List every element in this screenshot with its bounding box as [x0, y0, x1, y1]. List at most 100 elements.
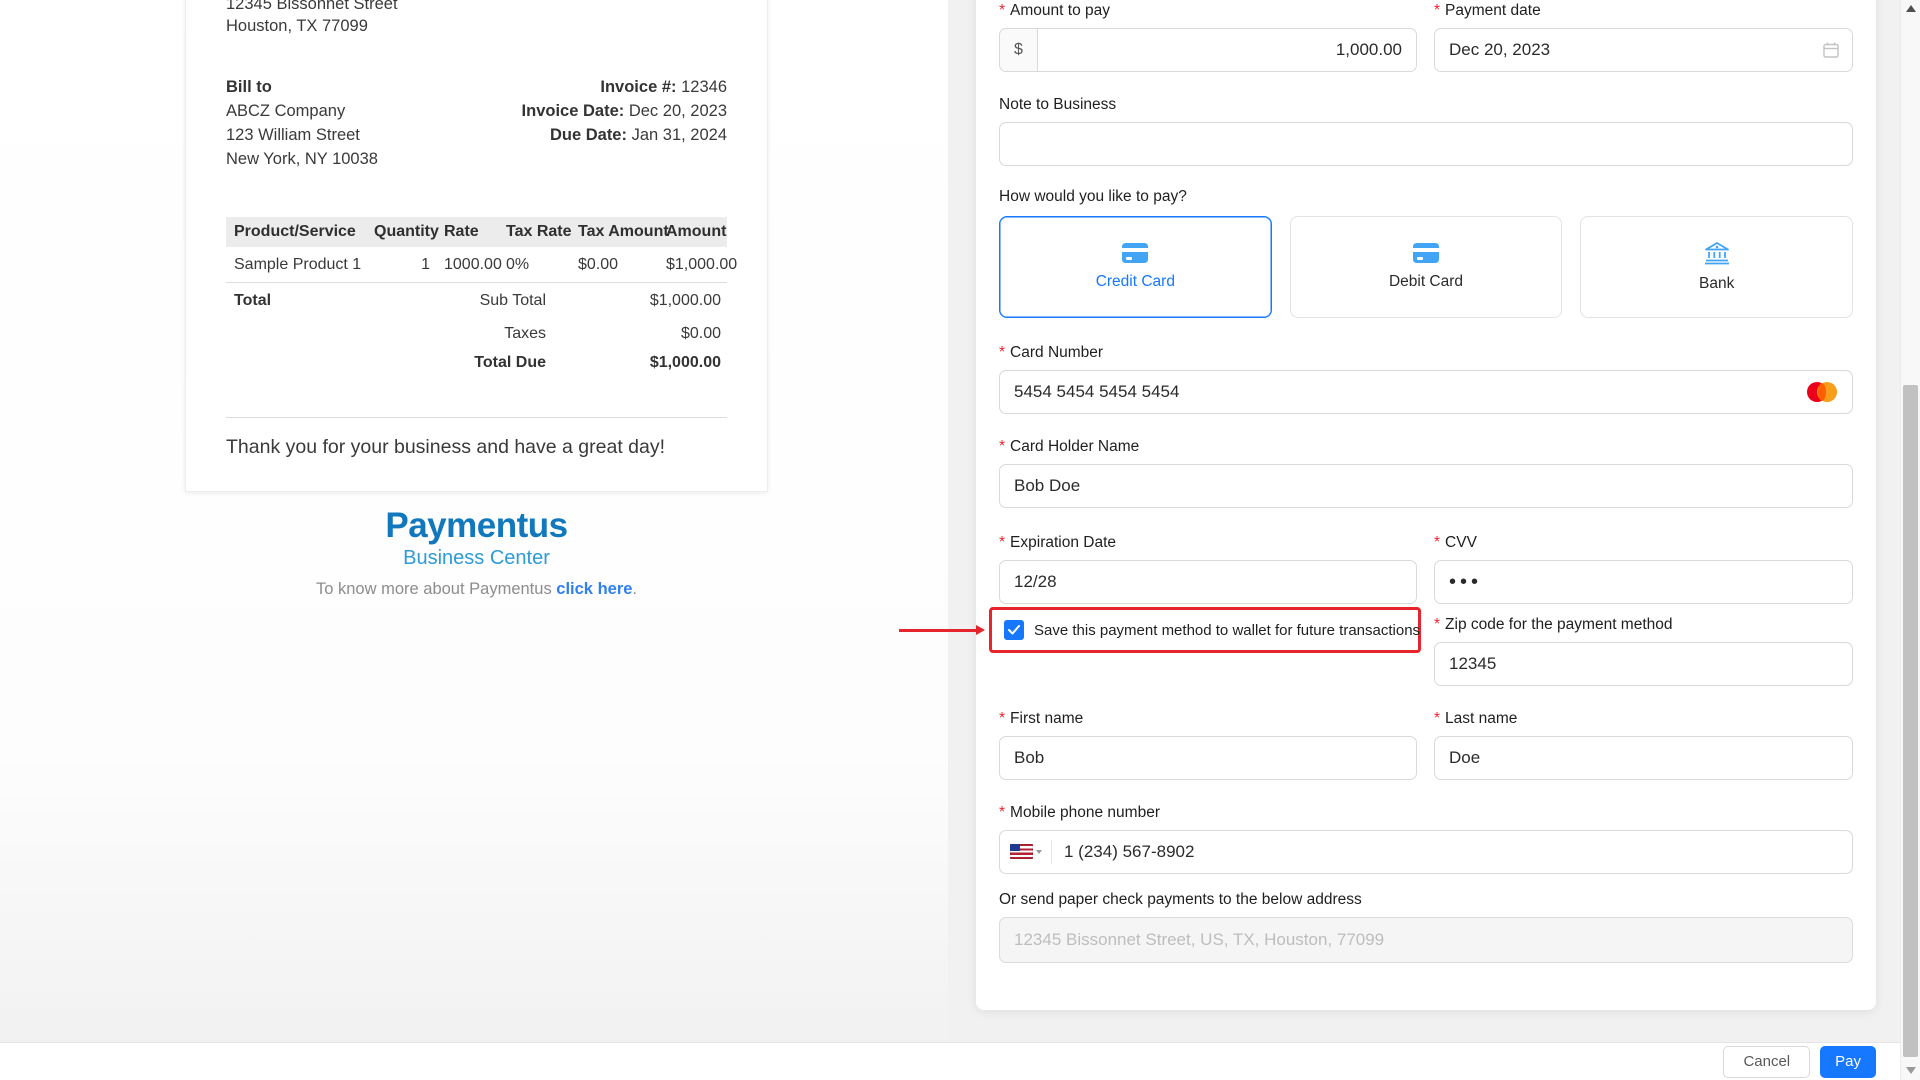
pay-method-question: How would you like to pay?: [999, 188, 1853, 206]
invoice-number: 12346: [681, 78, 727, 96]
card-number-label: *Card Number: [999, 344, 1853, 362]
amount-to-pay-label: *Amount to pay: [999, 2, 1417, 20]
required-marker: *: [999, 2, 1005, 20]
bill-to-block: Bill to ABCZ Company 123 William Street …: [226, 75, 378, 171]
row-rate: 1000.00: [430, 256, 506, 274]
invoice-totals: Total Sub Total $1,000.00 Taxes $0.00 To…: [226, 283, 727, 377]
chevron-down-icon: [1036, 850, 1042, 854]
pay-button[interactable]: Pay: [1820, 1046, 1876, 1078]
invoice-preview-pane: 12345 Bissonnet Street Houston, TX 77099…: [0, 0, 948, 1080]
expiration-date-input[interactable]: [999, 560, 1417, 604]
note-to-business-input[interactable]: [999, 122, 1853, 166]
zip-code-label: *Zip code for the payment method: [1434, 616, 1853, 634]
payment-date-input[interactable]: [1434, 28, 1853, 72]
invoice-meta-block: Invoice #: 12346 Invoice Date: Dec 20, 2…: [522, 75, 727, 171]
row-tax-amount: $0.00: [578, 256, 666, 274]
due-date: Jan 31, 2024: [632, 126, 727, 144]
first-name-input[interactable]: [999, 736, 1417, 780]
col-rate: Rate: [430, 223, 506, 241]
card-holder-input[interactable]: [999, 464, 1853, 508]
payment-form-card: *Amount to pay $ *Payment date: [976, 0, 1876, 1010]
country-selector[interactable]: [1010, 844, 1042, 859]
invoice-divider: [226, 417, 727, 418]
taxes-value: $0.00: [546, 319, 721, 349]
total-due-label: Total Due: [354, 349, 546, 377]
branding-block: Paymentus Business Center To know more a…: [185, 506, 768, 599]
paper-check-address-input: [999, 917, 1853, 963]
scrollbar[interactable]: [1900, 0, 1920, 1080]
total-label: Total: [234, 283, 354, 319]
credit-card-icon: [1122, 243, 1148, 263]
invoice-table-row: Sample Product 1 1 1000.00 0% $0.00 $1,0…: [226, 247, 727, 283]
card-number-input[interactable]: [999, 370, 1853, 414]
cancel-button[interactable]: Cancel: [1723, 1046, 1810, 1078]
mobile-phone-input[interactable]: [999, 830, 1853, 874]
invoice-number-label: Invoice #:: [600, 78, 676, 96]
scroll-down-arrow-icon[interactable]: [1906, 1067, 1916, 1074]
amount-input-group: $: [999, 28, 1417, 72]
checkmark-icon: [1008, 625, 1020, 635]
method-label: Credit Card: [1096, 273, 1175, 291]
save-wallet-highlight-box: Save this payment method to wallet for f…: [989, 607, 1421, 653]
expiration-date-label: *Expiration Date: [999, 534, 1417, 552]
red-arrow-annotation: [899, 629, 977, 632]
required-marker: *: [999, 344, 1005, 362]
save-wallet-section: Save this payment method to wallet for f…: [999, 616, 1417, 686]
payment-form-pane: *Amount to pay $ *Payment date: [948, 0, 1900, 1080]
mobile-phone-label: *Mobile phone number: [999, 804, 1853, 822]
required-marker: *: [1434, 534, 1440, 552]
last-name-label: *Last name: [1434, 710, 1853, 728]
debit-card-icon: [1413, 243, 1439, 263]
scroll-up-arrow-icon[interactable]: [1906, 5, 1916, 12]
promo-line: To know more about Paymentus click here.: [185, 580, 768, 599]
promo-period: .: [632, 580, 637, 598]
click-here-link[interactable]: click here: [556, 580, 632, 598]
currency-prefix: $: [999, 28, 1037, 72]
col-tax-rate: Tax Rate: [506, 223, 578, 241]
thank-you-message: Thank you for your business and have a g…: [226, 436, 727, 459]
col-product-service: Product/Service: [234, 223, 374, 241]
merchant-address-line2: Houston, TX 77099: [226, 15, 727, 37]
logo-subtitle: Business Center: [185, 546, 768, 570]
invoice-table-header: Product/Service Quantity Rate Tax Rate T…: [226, 217, 727, 247]
method-credit-card[interactable]: Credit Card: [999, 216, 1272, 318]
bank-icon: [1704, 241, 1730, 265]
invoice-document: 12345 Bissonnet Street Houston, TX 77099…: [185, 0, 768, 492]
amount-input[interactable]: [1037, 28, 1417, 72]
required-marker: *: [999, 710, 1005, 728]
mastercard-icon: [1805, 381, 1839, 403]
required-marker: *: [999, 534, 1005, 552]
paper-check-label: Or send paper check payments to the belo…: [999, 891, 1853, 909]
cvv-label: *CVV: [1434, 534, 1853, 552]
last-name-input[interactable]: [1434, 736, 1853, 780]
card-holder-label: *Card Holder Name: [999, 438, 1853, 456]
zip-code-input[interactable]: [1434, 642, 1853, 686]
us-flag-icon: [1010, 844, 1033, 859]
method-debit-card[interactable]: Debit Card: [1290, 216, 1563, 318]
required-marker: *: [999, 804, 1005, 822]
method-label: Debit Card: [1389, 273, 1463, 291]
required-marker: *: [1434, 710, 1440, 728]
invoice-date-label: Invoice Date:: [522, 102, 625, 120]
bill-to-name: ABCZ Company: [226, 99, 378, 123]
merchant-address-line1: 12345 Bissonnet Street: [226, 0, 727, 15]
payment-page: 12345 Bissonnet Street Houston, TX 77099…: [0, 0, 1920, 1080]
paymentus-logo: Paymentus: [185, 506, 768, 546]
due-date-label: Due Date:: [550, 126, 627, 144]
calendar-icon[interactable]: [1822, 41, 1840, 59]
row-product: Sample Product 1: [234, 256, 374, 274]
col-amount: Amount: [666, 223, 726, 241]
col-tax-amount: Tax Amount: [578, 223, 666, 241]
scrollbar-thumb[interactable]: [1903, 385, 1918, 1057]
note-to-business-label: Note to Business: [999, 96, 1853, 114]
subtotal-value: $1,000.00: [546, 283, 721, 319]
invoice-date: Dec 20, 2023: [629, 102, 727, 120]
payment-date-label: *Payment date: [1434, 2, 1853, 20]
col-quantity: Quantity: [374, 223, 430, 241]
required-marker: *: [1434, 616, 1440, 634]
row-quantity: 1: [374, 256, 430, 274]
total-due-value: $1,000.00: [546, 349, 721, 377]
save-wallet-checkbox[interactable]: [1004, 620, 1024, 640]
cvv-input[interactable]: [1434, 560, 1853, 604]
method-bank[interactable]: Bank: [1580, 216, 1853, 318]
